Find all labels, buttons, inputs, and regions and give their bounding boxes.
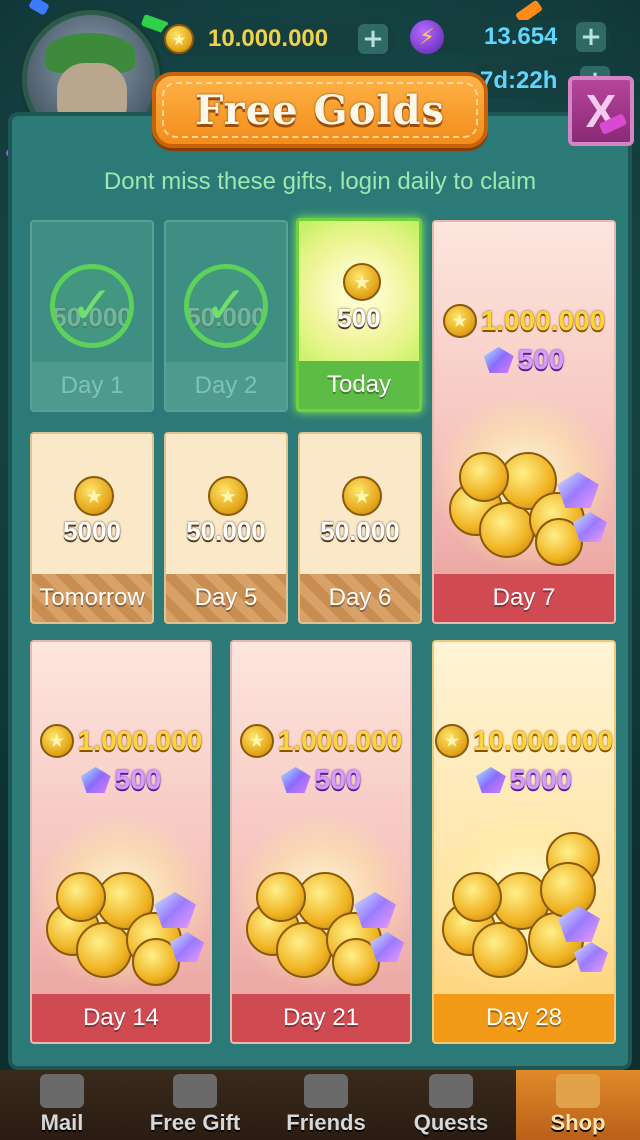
bottom-nav: Mail Free Gift Friends Quests Shop: [0, 1070, 640, 1140]
reward-card-day-1[interactable]: 50.000 ✓ Day 1: [30, 220, 154, 412]
energy-stat: ⚡ 13.654 +: [410, 20, 610, 54]
reward-day-label: Day 14: [32, 994, 210, 1042]
nav-quests[interactable]: Quests: [390, 1070, 512, 1140]
gem-icon: [483, 347, 514, 373]
energy-value: 13.654: [484, 23, 558, 50]
reward-card-day-7[interactable]: ★ 1.000.000 500 Day 7: [432, 220, 616, 624]
coin-icon: ★: [74, 476, 114, 516]
check-icon: ✓: [184, 264, 268, 348]
reward-gem-amount: 500: [314, 764, 362, 795]
add-energy-button[interactable]: +: [576, 22, 606, 52]
reward-card-day-5[interactable]: ★ 50.000 Day 5: [164, 432, 288, 624]
coin-pile-icon: [236, 862, 406, 986]
reward-gold-amount: 1.000.000: [277, 725, 403, 756]
coins-value: 10.000.000: [208, 25, 329, 52]
nav-shop-label: Shop: [550, 1110, 606, 1135]
reward-day-label: Day 7: [434, 574, 614, 622]
free-golds-panel: Dont miss these gifts, login daily to cl…: [8, 112, 632, 1070]
check-icon: ✓: [50, 264, 134, 348]
quests-icon: [429, 1074, 473, 1108]
reward-gold-amount: 1.000.000: [77, 725, 203, 756]
reward-day-label: Day 1: [32, 362, 152, 410]
gem-icon: [475, 767, 506, 793]
reward-gem-amount: 500: [114, 764, 162, 795]
nav-quests-label: Quests: [413, 1110, 489, 1135]
reward-gold-amount: 10.000.000: [472, 725, 614, 756]
mail-icon: [40, 1074, 84, 1108]
reward-card-today[interactable]: ★ 500 Today: [296, 218, 422, 412]
popup-title: Free Golds: [194, 86, 446, 134]
reward-card-day-6[interactable]: ★ 50.000 Day 6: [298, 432, 422, 624]
reward-gold-row: ★ 1.000.000: [232, 724, 410, 758]
coin-pile-icon: [436, 832, 612, 982]
nav-shop[interactable]: Shop: [516, 1070, 640, 1140]
reward-day-label: Day 2: [166, 362, 286, 410]
reward-gem-amount: 5000: [509, 764, 573, 795]
reward-gem-row: 500: [232, 764, 410, 796]
coin-icon: ★: [342, 476, 382, 516]
nav-friends-label: Friends: [286, 1110, 366, 1135]
title-banner: Free Golds: [152, 72, 488, 148]
reward-card-day-2[interactable]: 50.000 ✓ Day 2: [164, 220, 288, 412]
coin-icon: ★: [442, 304, 477, 338]
reward-gem-row: 5000: [434, 764, 614, 796]
reward-gold-amount: 500: [337, 303, 381, 333]
nav-free-gift[interactable]: Free Gift: [130, 1070, 260, 1140]
reward-day-label: Day 6: [300, 574, 420, 622]
coin-icon: ★: [343, 263, 381, 301]
lightning-icon: ⚡: [410, 20, 444, 54]
reward-gold-row: ★ 1.000.000: [32, 724, 210, 758]
reward-gem-row: 500: [32, 764, 210, 796]
reward-gold-amount: 50.000: [186, 516, 266, 546]
gem-icon: [280, 767, 311, 793]
reward-card-day-14[interactable]: ★ 1.000.000 500 Day 14: [30, 640, 212, 1044]
reward-gold-amount: 50.000: [320, 516, 400, 546]
coins-stat: ★ 10.000.000 +: [160, 22, 396, 56]
nav-mail[interactable]: Mail: [0, 1070, 124, 1140]
reward-gold-amount: 5000: [63, 516, 121, 546]
shop-icon: [556, 1074, 600, 1108]
reward-day-label: Today: [299, 361, 419, 409]
reward-gold-row: ★ 10.000.000: [434, 724, 614, 758]
coin-icon: ★: [208, 476, 248, 516]
close-button[interactable]: X: [568, 76, 634, 146]
coin-pile-icon: [439, 442, 609, 566]
coin-icon: ★: [434, 724, 469, 758]
reward-card-tomorrow[interactable]: ★ 5000 Tomorrow: [30, 432, 154, 624]
coin-icon: ★: [164, 24, 194, 54]
reward-card-day-28[interactable]: ★ 10.000.000 5000 Day 28: [432, 640, 616, 1044]
reward-gold-amount: 1.000.000: [480, 305, 606, 336]
friends-icon: [304, 1074, 348, 1108]
gem-icon: [80, 767, 111, 793]
coin-pile-icon: [36, 862, 206, 986]
reward-day-label: Day 28: [434, 994, 614, 1042]
nav-free-gift-label: Free Gift: [149, 1110, 241, 1135]
reward-day-label: Day 5: [166, 574, 286, 622]
reward-gem-row: 500: [434, 344, 614, 376]
reward-day-label: Day 21: [232, 994, 410, 1042]
gift-icon: [173, 1074, 217, 1108]
reward-day-label: Tomorrow: [32, 574, 152, 622]
nav-mail-label: Mail: [40, 1110, 84, 1135]
coin-icon: ★: [239, 724, 274, 758]
coin-icon: ★: [39, 724, 74, 758]
add-coins-button[interactable]: +: [358, 24, 388, 54]
nav-friends[interactable]: Friends: [266, 1070, 386, 1140]
timer-value: 7d:22h: [480, 67, 558, 94]
reward-gold-row: ★ 1.000.000: [434, 304, 614, 338]
reward-gem-amount: 500: [517, 344, 565, 375]
popup-subtitle: Dont miss these gifts, login daily to cl…: [103, 168, 537, 195]
reward-card-day-21[interactable]: ★ 1.000.000 500 Day 21: [230, 640, 412, 1044]
